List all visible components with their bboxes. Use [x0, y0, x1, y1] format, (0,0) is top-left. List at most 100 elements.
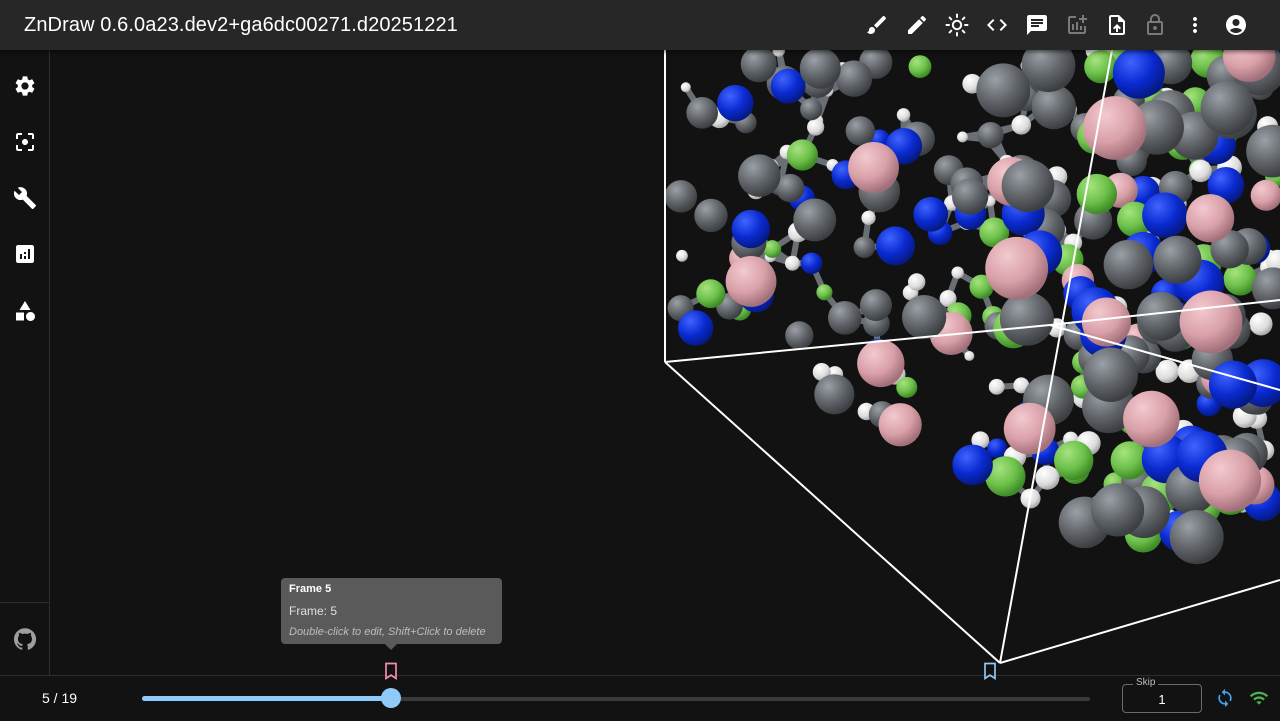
molecule-viewport[interactable] [50, 50, 1280, 675]
atom [861, 211, 875, 225]
atom [957, 131, 968, 142]
atom [681, 82, 691, 92]
account-circle-icon[interactable] [1216, 5, 1256, 45]
chat-icon[interactable] [1017, 5, 1057, 45]
atom [964, 351, 974, 361]
atom [1054, 441, 1093, 480]
bookmark-icon[interactable] [980, 660, 1000, 682]
atom [1104, 240, 1153, 289]
theme-sun-icon[interactable] [937, 5, 977, 45]
atom [785, 256, 800, 271]
category-icon[interactable] [5, 291, 45, 331]
atom [1082, 298, 1131, 347]
center-focus-icon[interactable] [5, 122, 45, 162]
atom [985, 237, 1048, 300]
atom [1180, 290, 1243, 353]
skip-field[interactable]: Skip 1 [1122, 684, 1202, 713]
atom [1084, 50, 1117, 83]
atom [989, 379, 1005, 395]
add-chart-icon [1057, 5, 1097, 45]
atom [952, 178, 988, 214]
atom [1170, 510, 1224, 564]
atom [771, 69, 806, 104]
sidebar [0, 50, 50, 675]
cell-edge [1000, 580, 1280, 663]
wifi-connected-icon [1249, 688, 1269, 708]
atom [909, 55, 932, 78]
frame-slider-track[interactable] [142, 696, 391, 701]
atom [816, 284, 832, 300]
atom [876, 226, 915, 265]
atom [951, 266, 963, 278]
atom [696, 279, 725, 308]
atom [694, 199, 727, 232]
atom [1199, 450, 1261, 512]
brush-icon[interactable] [857, 5, 897, 45]
atom [1137, 292, 1186, 341]
atom [836, 60, 873, 97]
sync-icon[interactable] [1215, 688, 1235, 708]
tooltip-arrow [385, 644, 397, 650]
atom [952, 445, 993, 486]
atom [1002, 159, 1055, 212]
atom [1123, 391, 1180, 448]
atom [665, 180, 697, 212]
atom [879, 403, 922, 446]
analytics-icon[interactable] [5, 234, 45, 274]
atom [1190, 160, 1212, 182]
atom [787, 139, 818, 170]
cell-edge [665, 325, 1050, 362]
atom [1201, 81, 1255, 135]
atom [828, 301, 862, 335]
lock-icon [1135, 5, 1175, 45]
atom [717, 85, 753, 121]
atom [1186, 194, 1234, 242]
bookmark-tooltip: Frame 5 Frame: 5 Double-click to edit, S… [281, 578, 502, 644]
sidebar-divider [0, 602, 49, 603]
atom [1035, 466, 1059, 490]
skip-input[interactable]: 1 [1123, 692, 1201, 707]
atom [1209, 361, 1257, 409]
pencil-icon[interactable] [897, 5, 937, 45]
atom [846, 116, 875, 145]
atom [977, 122, 1003, 148]
tooltip-title: Frame 5 [289, 583, 331, 595]
frame-counter: 5 / 19 [42, 690, 77, 706]
tooltip-hint: Double-click to edit, Shift+Click to del… [289, 626, 486, 638]
atom [1246, 125, 1280, 178]
atom [1091, 483, 1144, 536]
atom [738, 154, 781, 197]
atom [807, 119, 824, 136]
atom [686, 97, 718, 129]
atom [732, 210, 770, 248]
atom [793, 198, 836, 241]
atom [1000, 292, 1054, 346]
atom [801, 252, 823, 274]
atom [785, 321, 813, 349]
atom-group [665, 50, 1280, 564]
atom [857, 340, 904, 387]
atom [676, 250, 688, 262]
playback-bar: 5 / 19 Skip 1 [0, 675, 1280, 721]
atom [1249, 312, 1272, 335]
tooltip-frame: Frame: 5 [289, 604, 337, 618]
frame-slider-thumb[interactable] [381, 688, 401, 708]
build-icon[interactable] [5, 178, 45, 218]
atom [896, 377, 917, 398]
atom [908, 273, 925, 290]
app-title: ZnDraw 0.6.0a23.dev2+ga6dc00271.d2025122… [24, 12, 458, 38]
github-icon[interactable] [5, 619, 45, 659]
skip-label: Skip [1133, 677, 1158, 688]
atom [848, 142, 899, 193]
upload-file-icon[interactable] [1097, 5, 1137, 45]
settings-icon[interactable] [5, 66, 45, 106]
app-bar: ZnDraw 0.6.0a23.dev2+ga6dc00271.d2025122… [0, 0, 1280, 50]
atom [976, 63, 1030, 117]
atom [678, 310, 713, 345]
atom [1251, 180, 1280, 211]
atom [902, 295, 946, 339]
bookmark-icon[interactable] [381, 660, 401, 682]
code-icon[interactable] [977, 5, 1017, 45]
atom [1012, 115, 1032, 135]
more-vert-icon[interactable] [1175, 5, 1215, 45]
